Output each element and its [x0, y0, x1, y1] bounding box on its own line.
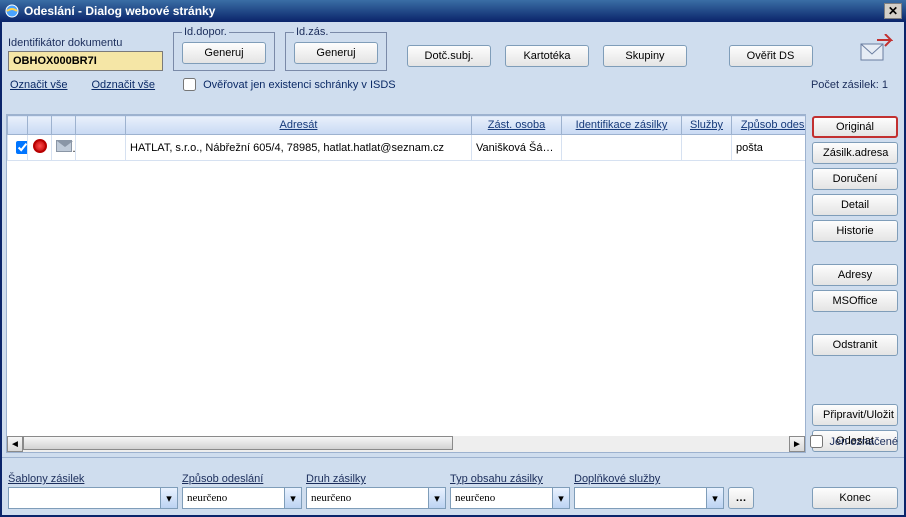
doruceni-button[interactable]: Doručení [812, 168, 898, 190]
zpusob-combo[interactable]: neurčeno ▾ [182, 487, 302, 509]
cell-zpusob: pošta [732, 135, 806, 161]
msoffice-button[interactable]: MSOffice [812, 290, 898, 312]
typ-combo[interactable]: neurčeno ▾ [450, 487, 570, 509]
id-dopor-group: Id.dopor. Generuj [173, 26, 275, 71]
col-zpusob[interactable]: Způsob odeslání [732, 116, 806, 135]
deselect-all-link[interactable]: Odznačit vše [91, 79, 155, 91]
sablony-label[interactable]: Šablony zásilek [8, 473, 178, 485]
col-identifikace[interactable]: Identifikace zásilky [562, 116, 682, 135]
typ-label[interactable]: Typ obsahu zásilky [450, 473, 570, 485]
konec-button[interactable]: Konec [812, 487, 898, 509]
col-adresat[interactable]: Adresát [126, 116, 472, 135]
historie-button[interactable]: Historie [812, 220, 898, 242]
scroll-right-button[interactable]: ► [789, 436, 805, 452]
adresy-button[interactable]: Adresy [812, 264, 898, 286]
pripravit-ulozit-button[interactable]: Připravit/Uložit [812, 404, 898, 426]
id-dopor-legend: Id.dopor. [182, 26, 229, 38]
only-marked-checkbox[interactable]: Jen označené [806, 432, 899, 451]
chevron-down-icon[interactable]: ▾ [706, 488, 723, 508]
verify-isds-checkbox-input[interactable] [183, 78, 196, 91]
verify-isds-checkbox[interactable]: Ověřovat jen existenci schránky v ISDS [179, 75, 396, 94]
only-marked-checkbox-input[interactable] [810, 435, 823, 448]
original-button[interactable]: Originál [812, 116, 898, 138]
envelope-icon [56, 140, 72, 152]
druh-label[interactable]: Druh zásilky [306, 473, 446, 485]
shipment-count: Počet zásilek: 1 [811, 79, 888, 91]
window-close-button[interactable]: ✕ [884, 3, 902, 19]
chevron-down-icon[interactable]: ▾ [428, 488, 445, 508]
table-row[interactable]: HATLAT, s.r.o., Nábřežní 605/4, 78985, h… [8, 135, 806, 161]
status-red-icon [33, 139, 47, 153]
col-zast-osoba[interactable]: Zást. osoba [472, 116, 562, 135]
verify-isds-label: Ověřovat jen existenci schránky v ISDS [203, 79, 396, 91]
scroll-thumb[interactable] [23, 436, 453, 450]
more-options-button[interactable]: … [728, 487, 754, 509]
col-type-icon[interactable] [52, 116, 76, 135]
odstranit-button[interactable]: Odstranit [812, 334, 898, 356]
chevron-down-icon[interactable]: ▾ [160, 488, 177, 508]
druh-combo[interactable]: neurčeno ▾ [306, 487, 446, 509]
zasilk-adresa-button[interactable]: Zásilk.adresa [812, 142, 898, 164]
cell-zast-osoba: Vanišková Šárka [472, 135, 562, 161]
only-marked-label: Jen označené [830, 436, 899, 448]
overit-ds-button[interactable]: Ověřit DS [729, 45, 813, 67]
ie-icon [4, 3, 20, 19]
dotc-subj-button[interactable]: Dotč.subj. [407, 45, 491, 67]
row-checkbox[interactable] [16, 141, 28, 154]
cell-sluzby [682, 135, 732, 161]
col-check[interactable] [8, 116, 28, 135]
cell-adresat: HATLAT, s.r.o., Nábřežní 605/4, 78985, h… [126, 135, 472, 161]
generate-zas-button[interactable]: Generuj [294, 42, 378, 64]
sablony-combo[interactable]: ▾ [8, 487, 178, 509]
id-zas-group: Id.zás. Generuj [285, 26, 387, 71]
col-spacer[interactable] [76, 116, 126, 135]
select-all-link[interactable]: Označit vše [10, 79, 67, 91]
id-zas-legend: Id.zás. [294, 26, 330, 38]
chevron-down-icon[interactable]: ▾ [552, 488, 569, 508]
detail-button[interactable]: Detail [812, 194, 898, 216]
doc-id-input[interactable] [8, 51, 163, 71]
doc-id-label: Identifikátor dokumentu [8, 37, 163, 49]
col-status-icon[interactable] [28, 116, 52, 135]
window-title: Odeslání - Dialog webové stránky [24, 4, 884, 18]
horizontal-scrollbar[interactable]: ◄ ► [7, 436, 805, 452]
generate-dopor-button[interactable]: Generuj [182, 42, 266, 64]
zpusob-label[interactable]: Způsob odeslání [182, 473, 302, 485]
mail-send-icon [854, 31, 894, 71]
col-sluzby[interactable]: Služby [682, 116, 732, 135]
cell-identifikace [562, 135, 682, 161]
scroll-left-button[interactable]: ◄ [7, 436, 23, 452]
dopl-combo[interactable]: ▾ [574, 487, 724, 509]
skupiny-button[interactable]: Skupiny [603, 45, 687, 67]
shipments-table: Adresát Zást. osoba Identifikace zásilky… [7, 115, 805, 161]
chevron-down-icon[interactable]: ▾ [284, 488, 301, 508]
kartoteka-button[interactable]: Kartotéka [505, 45, 589, 67]
dopl-label[interactable]: Doplňkové služby [574, 473, 724, 485]
